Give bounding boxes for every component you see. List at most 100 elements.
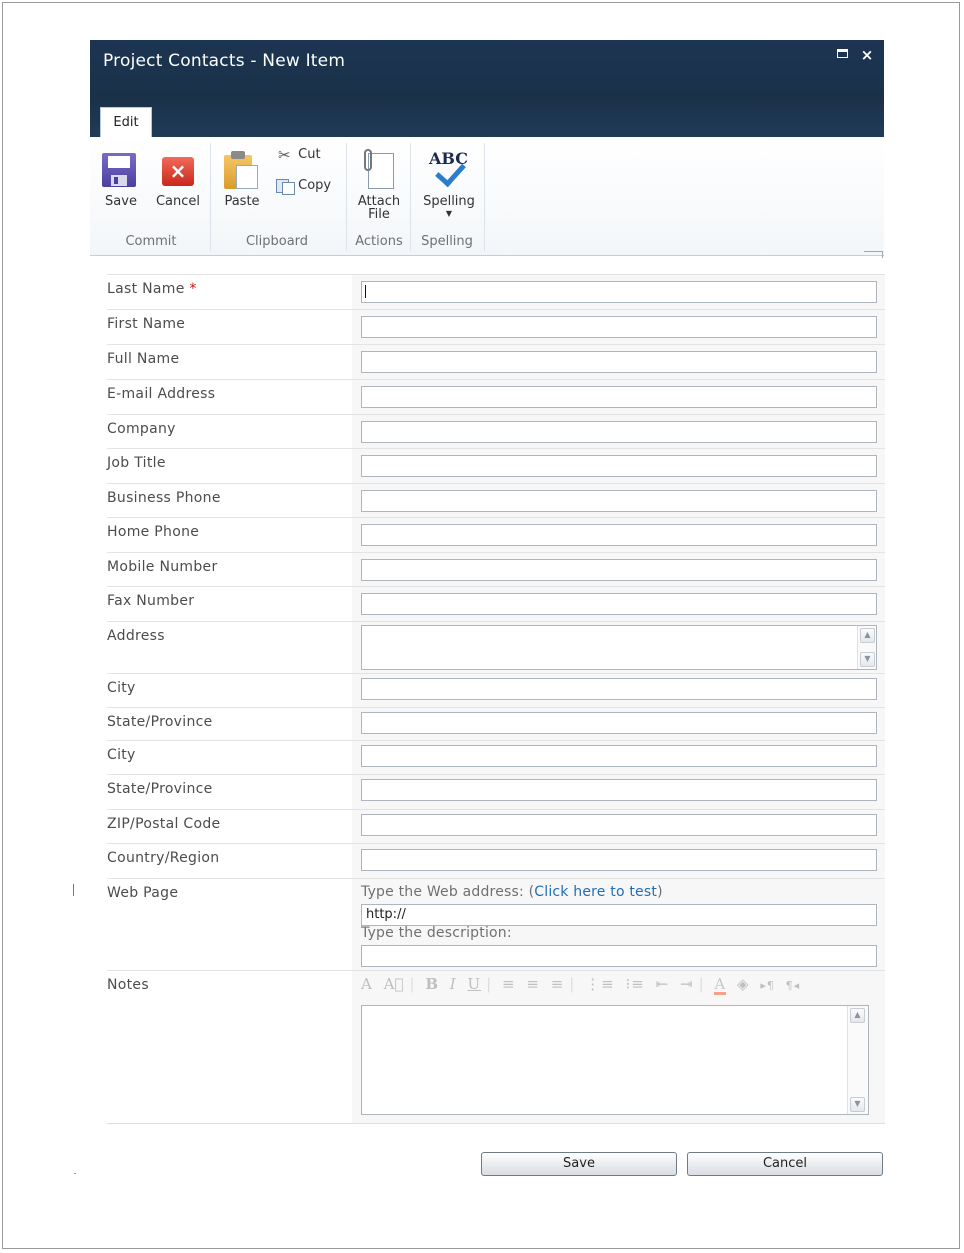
field-label: Job Title [107, 455, 166, 471]
company-input[interactable] [361, 421, 877, 443]
scroll-down-icon[interactable]: ▼ [860, 652, 875, 667]
required-asterisk: * [189, 281, 197, 297]
save-button[interactable]: Save [481, 1152, 677, 1176]
group-divider [346, 143, 347, 251]
ribbon-save-button[interactable]: Save [96, 137, 146, 232]
zip-postal-code-input[interactable] [361, 814, 877, 836]
margin-dot [74, 1173, 76, 1174]
spelling-button[interactable]: ABC Spelling ▼ [416, 137, 482, 232]
ribbon-cancel-label: Cancel [155, 194, 201, 209]
cancel-button[interactable]: Cancel [687, 1152, 883, 1176]
home-phone-input[interactable] [361, 524, 877, 546]
italic-icon[interactable]: I [450, 975, 457, 993]
close-icon[interactable]: × [860, 48, 874, 63]
font-color-icon[interactable]: A [714, 976, 727, 995]
field-label: ZIP/Postal Code [107, 816, 221, 832]
state-province-input[interactable] [361, 712, 877, 734]
city-2-input[interactable] [361, 745, 877, 767]
form-row-state-province: State/Province [107, 707, 885, 741]
field-label: Notes [107, 977, 149, 993]
left-to-right-icon[interactable]: ▸¶ [760, 979, 775, 992]
form-footer-divider [107, 1123, 885, 1124]
ribbon-collapse-corner [864, 251, 883, 258]
scissors-icon: ✂ [278, 145, 291, 164]
test-link[interactable]: Click here to test [534, 884, 657, 900]
form-row-web-page: Web Page Type the Web address: (Click he… [107, 878, 885, 970]
dialog-title: Project Contacts - New Item [103, 51, 346, 71]
copy-button[interactable]: Copy [276, 178, 332, 195]
mobile-number-input[interactable] [361, 559, 877, 581]
font-size-icon[interactable]: A [361, 975, 373, 993]
font-style-icon[interactable]: A⃞ [384, 975, 405, 993]
first-name-input[interactable] [361, 316, 877, 338]
ribbon-save-label: Save [105, 194, 137, 209]
text-caret [365, 285, 366, 298]
description-prompt: Type the description: [361, 925, 512, 941]
paste-clipboard-icon [224, 151, 258, 189]
ribbon-cancel-button[interactable]: × Cancel [152, 137, 204, 232]
field-label: Last Name * [107, 281, 197, 297]
align-right-icon[interactable]: ≡ [551, 975, 565, 993]
scroll-up-icon[interactable]: ▲ [860, 628, 875, 643]
underline-icon[interactable]: U [468, 975, 482, 993]
highlight-color-icon[interactable]: ◈ [737, 975, 750, 993]
spell-check-icon: ABC [428, 149, 470, 189]
attach-file-button[interactable]: Attach File [352, 137, 406, 232]
right-to-left-icon[interactable]: ¶◂ [786, 979, 801, 992]
notes-editor[interactable] [361, 1005, 869, 1115]
form-row-city-2: City [107, 740, 885, 775]
increase-indent-icon[interactable]: ⇥ [680, 975, 694, 993]
decrease-indent-icon[interactable]: ⇤ [656, 975, 670, 993]
align-left-icon[interactable]: ≡ [502, 975, 516, 993]
group-divider [410, 143, 411, 251]
business-phone-input[interactable] [361, 490, 877, 512]
bulleted-list-icon[interactable]: ⁝≡ [626, 975, 645, 993]
field-label: E-mail Address [107, 386, 216, 402]
numbered-list-icon[interactable]: ⋮≡ [585, 975, 615, 993]
bold-icon[interactable]: B [425, 975, 439, 993]
full-name-input[interactable] [361, 351, 877, 373]
group-label-spelling: Spelling [421, 234, 473, 249]
web-address-prompt: Type the Web address: (Click here to tes… [361, 884, 663, 900]
group-divider [210, 143, 211, 251]
paste-button[interactable]: Paste [216, 137, 268, 232]
field-label: Business Phone [107, 490, 221, 506]
copy-label: Copy [298, 178, 332, 193]
address-textarea[interactable]: ▲ ▼ [361, 625, 877, 670]
fax-number-input[interactable] [361, 593, 877, 615]
rich-text-toolbar: A A⃞ | B I U | ≡ ≡ ≡ | ⋮≡ ⁝≡ ⇤ ⇥ | A ◈ ▸¶ ¶◂ [361, 975, 801, 995]
form-row-state-province-2: State/Province [107, 774, 885, 809]
form-row-first-name: First Name [107, 309, 885, 344]
cut-button[interactable]: ✂ Cut [278, 147, 321, 162]
web-address-input[interactable]: http:// [361, 904, 877, 926]
job-title-input[interactable] [361, 455, 877, 477]
maximize-icon[interactable] [836, 48, 850, 62]
web-description-input[interactable] [361, 945, 877, 967]
scroll-up-icon[interactable]: ▲ [850, 1008, 865, 1023]
dropdown-arrow-icon: ▼ [445, 209, 453, 218]
group-label-commit: Commit [125, 234, 177, 249]
cut-label: Cut [298, 147, 321, 162]
country-region-input[interactable] [361, 849, 877, 871]
state-province-2-input[interactable] [361, 779, 877, 801]
field-label: City [107, 680, 136, 696]
city-input[interactable] [361, 678, 877, 700]
field-label: Fax Number [107, 593, 195, 609]
field-label: State/Province [107, 781, 213, 797]
notes-scrollbar[interactable]: ▲ ▼ [847, 1006, 868, 1114]
field-label: First Name [107, 316, 186, 332]
align-center-icon[interactable]: ≡ [526, 975, 540, 993]
last-name-input[interactable] [361, 281, 877, 303]
group-label-actions: Actions [355, 234, 403, 249]
paperclip-icon [364, 149, 396, 189]
ribbon: Save × Cancel Commit Paste ✂ Cut Copy Cl… [90, 137, 884, 258]
address-scrollbar[interactable]: ▲ ▼ [857, 626, 876, 669]
tab-edit[interactable]: Edit [100, 107, 152, 137]
form-row-notes: Notes A A⃞ | B I U | ≡ ≡ ≡ | ⋮≡ ⁝≡ ⇤ ⇥ | A ◈… [107, 970, 885, 1123]
field-label: Web Page [107, 885, 179, 901]
cancel-x-icon: × [162, 157, 194, 186]
group-divider [484, 143, 485, 251]
form-row-city: City [107, 673, 885, 708]
email-input[interactable] [361, 386, 877, 408]
scroll-down-icon[interactable]: ▼ [850, 1097, 865, 1112]
